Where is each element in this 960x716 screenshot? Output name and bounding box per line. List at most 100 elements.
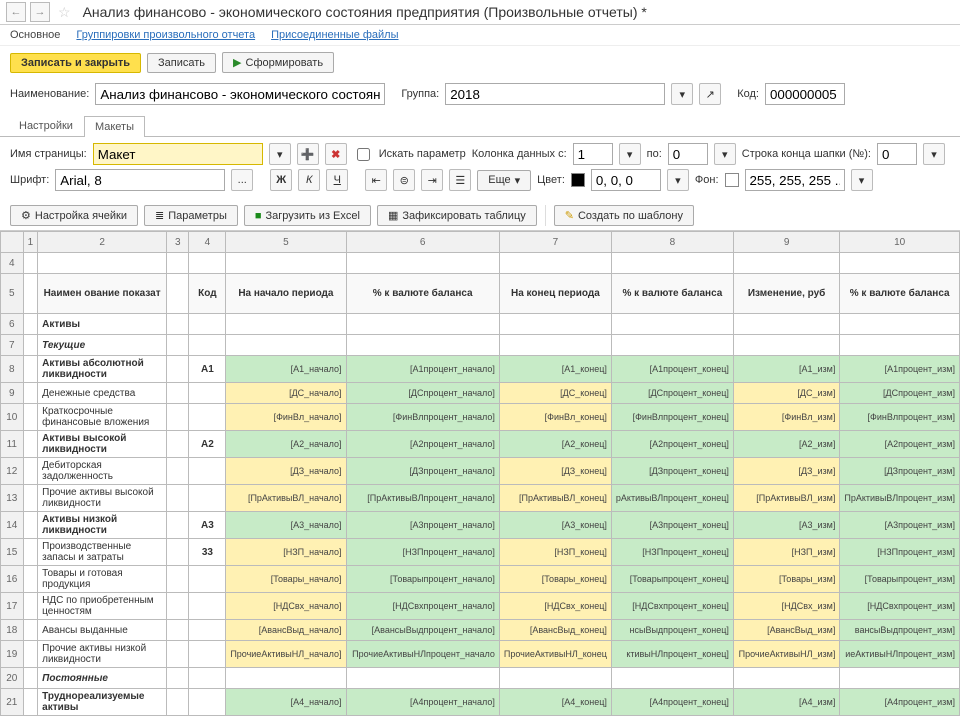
params-button[interactable]: ≣ Параметры <box>144 205 238 226</box>
group-open[interactable]: ↗ <box>699 83 721 105</box>
row-number[interactable]: 10 <box>1 404 24 431</box>
more-button[interactable]: Еще ▾ <box>477 170 531 191</box>
sheet-row[interactable]: 11Активы высокой ликвидностиА2[А2_начало… <box>1 431 960 458</box>
row-number[interactable]: 4 <box>1 253 24 274</box>
cell[interactable] <box>167 566 189 593</box>
italic-button[interactable]: К <box>298 169 320 191</box>
data-cell[interactable]: [Товарыпроцент_начало] <box>346 566 499 593</box>
sheet-row[interactable]: 16Товары и готовая продукция[Товары_нача… <box>1 566 960 593</box>
data-cell[interactable]: [А2процент_начало] <box>346 431 499 458</box>
row-label[interactable]: Труднореализуемые активы <box>38 689 167 716</box>
data-cell[interactable]: [ФинВл_конец] <box>499 404 611 431</box>
data-cell[interactable]: [ДСпроцент_начало] <box>346 383 499 404</box>
cell[interactable] <box>23 431 38 458</box>
data-cell[interactable]: [НДСвх_начало] <box>226 593 346 620</box>
cell[interactable] <box>167 404 189 431</box>
cell[interactable] <box>167 356 189 383</box>
data-cell[interactable]: [А3процент_конец] <box>611 512 733 539</box>
row-number[interactable]: 11 <box>1 431 24 458</box>
cell[interactable] <box>23 314 38 335</box>
data-cell[interactable]: [АвансВыд_изм] <box>733 620 839 641</box>
row-number[interactable]: 6 <box>1 314 24 335</box>
code-cell[interactable]: А2 <box>189 431 226 458</box>
cell[interactable] <box>23 593 38 620</box>
code-cell[interactable]: А1 <box>189 356 226 383</box>
data-cell[interactable]: [НДСвхпроцент_начало] <box>346 593 499 620</box>
data-cell[interactable]: [Товарыпроцент_конец] <box>611 566 733 593</box>
data-cell[interactable] <box>499 668 611 689</box>
spreadsheet[interactable]: 1 2 3 4 5 6 7 8 9 10 45Наимен ование пок… <box>0 231 960 716</box>
data-cell[interactable]: [Товары_конец] <box>499 566 611 593</box>
data-cell[interactable] <box>499 253 611 274</box>
row-number[interactable]: 7 <box>1 335 24 356</box>
code-cell[interactable] <box>189 253 226 274</box>
data-cell[interactable]: ПрочиеАктивыНЛпроцент_начало <box>346 641 499 668</box>
data-cell[interactable]: [ПрАктивыВЛ_начало] <box>226 485 346 512</box>
align-left-button[interactable]: ⇤ <box>365 169 387 191</box>
col-9[interactable]: 9 <box>733 232 839 253</box>
data-cell[interactable] <box>611 253 733 274</box>
data-cell[interactable]: [НЗП_изм] <box>733 539 839 566</box>
sheet-row[interactable]: 10Краткосрочные финансовые вложения[ФинВ… <box>1 404 960 431</box>
code-cell[interactable] <box>189 458 226 485</box>
row-label[interactable]: Прочие активы низкой ликвидности <box>38 641 167 668</box>
data-cell[interactable]: [НДСвхпроцент_изм] <box>840 593 960 620</box>
data-cell[interactable] <box>733 335 839 356</box>
font-input[interactable] <box>55 169 225 191</box>
font-more[interactable]: ... <box>231 169 253 191</box>
data-cell[interactable]: [ДЗ_начало] <box>226 458 346 485</box>
cell[interactable] <box>167 641 189 668</box>
row-label[interactable]: Активы низкой ликвидности <box>38 512 167 539</box>
row-number[interactable]: 15 <box>1 539 24 566</box>
align-justify-button[interactable]: ☰ <box>449 169 471 191</box>
row-label[interactable]: Товары и готовая продукция <box>38 566 167 593</box>
header-end-spinner[interactable]: ▾ <box>923 143 945 165</box>
row-number[interactable]: 16 <box>1 566 24 593</box>
data-cell[interactable]: [ФинВлпроцент_изм] <box>840 404 960 431</box>
favorite-icon[interactable]: ☆ <box>58 4 71 21</box>
sheet-row[interactable]: 14Активы низкой ликвидностиА3[А3_начало]… <box>1 512 960 539</box>
data-cell[interactable]: [ДСпроцент_конец] <box>611 383 733 404</box>
data-cell[interactable]: [А1процент_изм] <box>840 356 960 383</box>
align-center-button[interactable]: ⊜ <box>393 169 415 191</box>
data-cell[interactable] <box>611 668 733 689</box>
row-number[interactable]: 19 <box>1 641 24 668</box>
cell[interactable] <box>167 512 189 539</box>
col-6[interactable]: 6 <box>346 232 499 253</box>
col-4[interactable]: 4 <box>189 232 226 253</box>
data-cell[interactable]: [ФинВлпроцент_начало] <box>346 404 499 431</box>
code-cell[interactable] <box>189 485 226 512</box>
row-label[interactable]: Производственные запасы и затраты <box>38 539 167 566</box>
data-cell[interactable]: рАктивыВЛпроцент_конец] <box>611 485 733 512</box>
row-label[interactable]: Текущие <box>38 335 167 356</box>
bg-swatch[interactable] <box>725 173 739 187</box>
data-cell[interactable]: [А2процент_изм] <box>840 431 960 458</box>
cell[interactable] <box>167 668 189 689</box>
data-cell[interactable]: [ДС_начало] <box>226 383 346 404</box>
code-cell[interactable] <box>189 620 226 641</box>
data-cell[interactable]: [А2процент_конец] <box>611 431 733 458</box>
colnum-to-spinner[interactable]: ▾ <box>714 143 736 165</box>
data-cell[interactable]: [ДЗ_конец] <box>499 458 611 485</box>
underline-button[interactable]: Ч <box>326 169 348 191</box>
row-number[interactable]: 5 <box>1 274 24 314</box>
form-button[interactable]: ▶Сформировать <box>222 52 334 73</box>
add-page-button[interactable]: ➕ <box>297 143 319 165</box>
hdr-cell[interactable]: % к валюте баланса <box>840 274 960 314</box>
row-label[interactable]: Постоянные <box>38 668 167 689</box>
data-cell[interactable] <box>611 314 733 335</box>
link-files[interactable]: Присоединенные файлы <box>271 29 398 41</box>
hdr-cell[interactable]: На конец периода <box>499 274 611 314</box>
hdr-cell[interactable]: % к валюте баланса <box>346 274 499 314</box>
data-cell[interactable]: [А4процент_начало] <box>346 689 499 716</box>
row-label[interactable] <box>38 253 167 274</box>
code-cell[interactable] <box>189 404 226 431</box>
data-cell[interactable]: [ФинВлпроцент_конец] <box>611 404 733 431</box>
seek-param-checkbox[interactable] <box>357 148 370 161</box>
data-cell[interactable]: [А3процент_начало] <box>346 512 499 539</box>
data-cell[interactable]: [АвансВыд_конец] <box>499 620 611 641</box>
data-cell[interactable] <box>840 668 960 689</box>
cell[interactable] <box>23 641 38 668</box>
hdr-cell[interactable]: Изменение, руб <box>733 274 839 314</box>
link-groupings[interactable]: Группировки произвольного отчета <box>76 29 255 41</box>
